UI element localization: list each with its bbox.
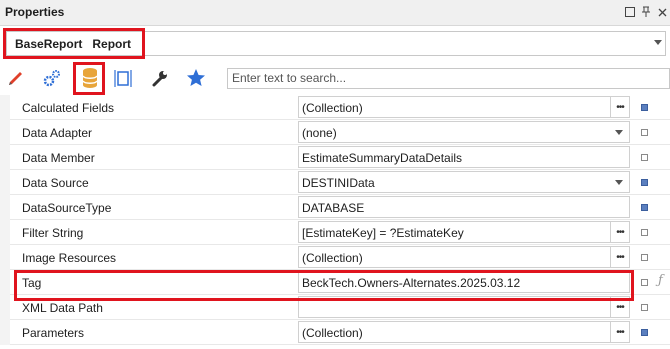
property-value: (Collection) [302,101,363,115]
property-value-field[interactable]: [EstimateKey] = ?EstimateKey ••• [298,221,630,243]
property-marker-icon[interactable] [641,229,648,236]
property-value-field[interactable]: (Collection) ••• [298,96,630,118]
search-input[interactable] [228,69,666,87]
behavior-icon[interactable] [40,66,64,90]
search-box[interactable] [227,68,670,89]
data-binding-marker-icon[interactable] [641,204,648,211]
row-gutter [0,295,10,320]
maximize-icon[interactable] [622,4,638,20]
property-value-field[interactable]: ••• [298,296,630,318]
property-value: DESTINIData [302,176,375,190]
row-gutter [0,145,10,170]
property-value-field[interactable]: (Collection) ••• [298,246,630,268]
property-value-field[interactable]: DATABASE [298,196,630,218]
property-row-data-source[interactable]: Data Source DESTINIData [0,170,670,195]
chevron-down-icon[interactable] [615,130,623,135]
pin-icon[interactable] [638,4,654,20]
property-value: DATABASE [302,201,365,215]
favorites-star-icon[interactable] [184,66,208,90]
property-name: Calculated Fields [22,101,115,115]
property-grid: Calculated Fields (Collection) ••• Data … [0,95,670,349]
property-name: Data Source [22,176,89,190]
property-row-parameters[interactable]: Parameters (Collection) ••• [0,320,670,345]
property-value-field[interactable]: EstimateSummaryDataDetails [298,146,630,168]
data-binding-marker-icon[interactable] [641,179,648,186]
row-gutter [0,195,10,220]
property-name: Filter String [22,226,84,240]
object-selector-dropdown[interactable]: BaseReport Report [6,31,666,56]
property-value: EstimateSummaryDataDetails [302,151,463,165]
property-name: Tag [22,276,42,290]
property-value: BeckTech.Owners-Alternates.2025.03.12 [302,276,521,290]
property-row-xml-data-path[interactable]: XML Data Path ••• [0,295,670,320]
close-icon[interactable] [654,4,670,20]
chevron-down-icon[interactable] [615,180,623,185]
property-row-datasourcetype[interactable]: DataSourceType DATABASE [0,195,670,220]
property-value-field[interactable]: (Collection) ••• [298,321,630,343]
property-value: (Collection) [302,326,363,340]
wrench-icon[interactable] [148,66,172,90]
property-row-filter-string[interactable]: Filter String [EstimateKey] = ?EstimateK… [0,220,670,245]
property-name: XML Data Path [22,301,103,315]
ellipsis-button[interactable]: ••• [610,222,629,242]
property-marker-icon[interactable] [641,279,648,286]
property-name: Data Member [22,151,95,165]
panel-title: Properties [5,5,65,19]
properties-titlebar: Properties [0,0,670,26]
property-marker-icon[interactable] [641,304,648,311]
property-value-field[interactable]: DESTINIData [298,171,630,193]
selected-object-label: BaseReport Report [15,37,132,51]
property-value-field[interactable]: BeckTech.Owners-Alternates.2025.03.12 [298,271,630,293]
row-gutter [0,95,10,120]
ellipsis-button[interactable]: ••• [610,97,629,117]
property-row-calculated-fields[interactable]: Calculated Fields (Collection) ••• [0,95,670,120]
property-marker-icon[interactable] [641,129,648,136]
chevron-down-icon[interactable] [654,40,662,45]
layout-icon[interactable] [111,66,135,90]
row-gutter [0,270,10,295]
property-name: Data Adapter [22,126,93,140]
property-marker-icon[interactable] [641,254,648,261]
row-gutter [0,320,10,345]
appearance-icon[interactable] [4,66,28,90]
property-row-image-resources[interactable]: Image Resources (Collection) ••• [0,245,670,270]
row-gutter [0,170,10,195]
property-row-data-adapter[interactable]: Data Adapter (none) [0,120,670,145]
ellipsis-button[interactable]: ••• [610,247,629,267]
ellipsis-button[interactable]: ••• [610,297,629,317]
data-binding-marker-icon[interactable] [641,104,648,111]
property-marker-icon[interactable] [641,154,648,161]
property-value-field[interactable]: (none) [298,121,630,143]
property-value: (none) [302,126,337,140]
property-name: Parameters [22,326,85,340]
property-name: DataSourceType [22,201,112,215]
row-gutter [0,220,10,245]
property-row-data-member[interactable]: Data Member EstimateSummaryDataDetails [0,145,670,170]
property-value: [EstimateKey] = ?EstimateKey [302,226,464,240]
row-gutter [0,245,10,270]
expression-fx-icon[interactable]: ƒ [658,273,663,288]
property-row-tag[interactable]: Tag BeckTech.Owners-Alternates.2025.03.1… [0,270,670,295]
data-binding-marker-icon[interactable] [641,329,648,336]
property-name: Image Resources [22,251,117,265]
data-icon[interactable] [78,66,102,90]
row-gutter [0,120,10,145]
ellipsis-button[interactable]: ••• [610,322,629,342]
property-value: (Collection) [302,251,363,265]
